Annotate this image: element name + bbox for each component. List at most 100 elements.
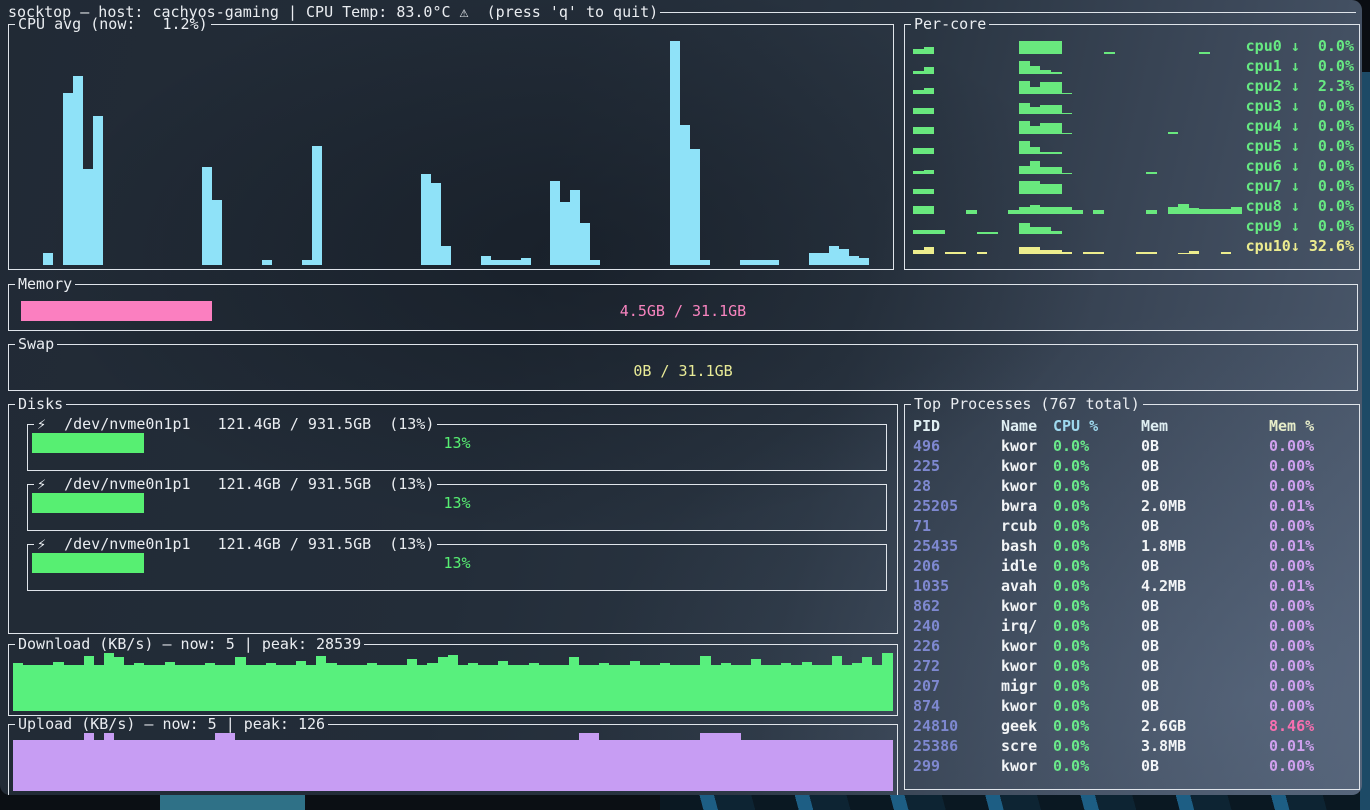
upload-panel: Upload (KB/s) — now: 5 | peak: 126 — [8, 724, 898, 795]
core-usage-value: 0.0% — [1300, 36, 1354, 56]
chart-bar — [84, 733, 94, 791]
process-cpu-percent: 0.0% — [1053, 516, 1141, 536]
process-pid: 299 — [913, 756, 1001, 776]
titlebar-rule — [660, 12, 1356, 13]
core-usage-value: 0.0% — [1300, 156, 1354, 176]
chart-bar — [1019, 41, 1030, 55]
chart-bar — [488, 665, 498, 711]
chart-bar — [832, 740, 842, 791]
chart-bar — [1040, 123, 1051, 134]
terminal-window[interactable]: socktop — host: cachyos-gaming | CPU Tem… — [0, 0, 1362, 795]
chart-bar — [1019, 103, 1030, 114]
chart-bar — [468, 663, 478, 711]
chart-bar — [114, 740, 124, 791]
core-usage-value: 0.0% — [1300, 96, 1354, 116]
chart-bar — [134, 663, 144, 711]
process-pid: 862 — [913, 596, 1001, 616]
chart-bar — [1221, 252, 1232, 254]
chart-bar — [212, 200, 222, 265]
wallpaper-teal-block — [160, 794, 305, 810]
chart-bar — [1030, 87, 1041, 95]
process-pid: 226 — [913, 636, 1001, 656]
chart-bar — [1040, 184, 1051, 195]
process-cpu-percent: 0.0% — [1053, 676, 1141, 696]
core-row-cpu3: cpu3↓0.0% — [913, 96, 1354, 116]
process-row: 272 kwor 0.0% 0B 0.00% — [913, 656, 1355, 676]
process-mem: 0B — [1141, 656, 1269, 676]
chart-bar — [700, 260, 710, 265]
chart-bar — [296, 740, 306, 791]
chart-bar — [670, 740, 680, 791]
chart-bar — [326, 663, 336, 711]
cpu-avg-chart — [13, 32, 889, 265]
chart-bar — [84, 656, 94, 711]
chart-bar — [438, 657, 448, 711]
core-row-cpu9: cpu9↓0.0% — [913, 216, 1354, 236]
chart-bar — [549, 665, 559, 711]
chart-bar — [690, 665, 700, 711]
process-mem: 0B — [1141, 556, 1269, 576]
chart-bar — [913, 189, 924, 194]
chart-bar — [852, 663, 862, 711]
chart-bar — [306, 740, 316, 791]
chart-bar — [518, 665, 528, 711]
chart-bar — [1051, 41, 1062, 55]
process-name: geek — [1001, 716, 1053, 736]
core-label: cpu8↓0.0% — [1246, 196, 1354, 216]
core-usage-value: 32.6% — [1300, 236, 1354, 256]
process-pid: 25205 — [913, 496, 1001, 516]
chart-bar — [640, 740, 650, 791]
chart-bar — [33, 665, 43, 711]
down-arrow-icon: ↓ — [1291, 176, 1300, 196]
chart-bar — [337, 740, 347, 791]
process-mem-percent: 0.00% — [1269, 556, 1355, 576]
chart-bar — [1062, 113, 1073, 115]
chart-bar — [64, 740, 74, 791]
process-row: 25435 bash 0.0% 1.8MB 0.01% — [913, 536, 1355, 556]
chart-bar — [1062, 252, 1073, 254]
chart-bar — [367, 740, 377, 791]
chart-bar — [276, 665, 286, 711]
chart-bar — [225, 733, 235, 791]
chart-bar — [185, 665, 195, 711]
chart-bar — [134, 740, 144, 791]
chart-bar — [812, 740, 822, 791]
chart-bar — [306, 665, 316, 711]
core-name: cpu3 — [1246, 96, 1291, 116]
process-pid: 225 — [913, 456, 1001, 476]
chart-bar — [1019, 181, 1030, 195]
chart-bar — [1062, 173, 1073, 175]
chart-bar — [1051, 231, 1062, 234]
core-row-cpu1: cpu1↓0.0% — [913, 56, 1354, 76]
chart-bar — [559, 740, 569, 791]
chart-bar — [316, 656, 326, 711]
chart-bar — [924, 47, 935, 54]
process-mem: 0B — [1141, 456, 1269, 476]
chart-bar — [387, 740, 397, 791]
chart-bar — [74, 665, 84, 711]
chart-bar — [1008, 210, 1019, 214]
process-pid: 496 — [913, 436, 1001, 456]
process-table-header: PID Name CPU % Mem Mem % — [913, 416, 1355, 436]
chart-bar — [690, 740, 700, 791]
chart-bar — [802, 662, 812, 711]
chart-bar — [711, 665, 721, 711]
chart-bar — [1146, 210, 1157, 214]
disk-gauge: ⚡ /dev/nvme0n1p1 121.4GB / 931.5GB (13%)… — [27, 544, 887, 591]
chart-bar — [1019, 223, 1030, 234]
chart-bar — [1189, 208, 1200, 214]
chart-bar — [286, 665, 296, 711]
core-label: cpu1↓0.0% — [1246, 56, 1354, 76]
chart-bar — [94, 665, 104, 711]
chart-bar — [144, 740, 154, 791]
per-core-title: Per-core — [911, 15, 989, 33]
process-cpu-percent: 0.0% — [1053, 656, 1141, 676]
core-sparkline — [913, 219, 1242, 234]
process-cpu-percent: 0.0% — [1053, 556, 1141, 576]
chart-bar — [680, 740, 690, 791]
process-mem-percent: 8.46% — [1269, 716, 1355, 736]
chart-bar — [1030, 66, 1041, 74]
chart-bar — [832, 656, 842, 711]
chart-bar — [316, 740, 326, 791]
chart-bar — [1062, 207, 1073, 214]
